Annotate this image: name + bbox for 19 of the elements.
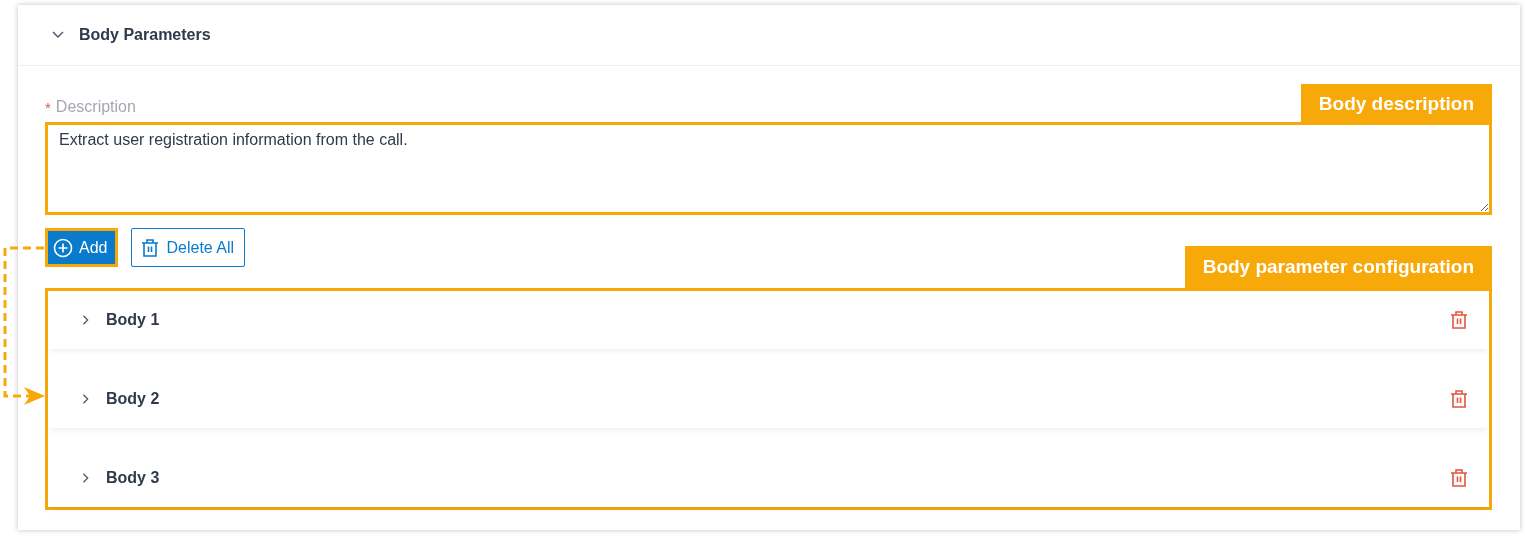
- section-title: Body Parameters: [79, 26, 211, 44]
- body-title: Body 1: [106, 311, 161, 329]
- field-label: Description: [55, 98, 136, 116]
- trash-icon: [140, 237, 161, 258]
- add-button[interactable]: Add: [45, 228, 119, 267]
- callout-label: Body parameter configuration: [1184, 246, 1492, 288]
- delete-icon[interactable]: [1449, 389, 1469, 409]
- delete-icon[interactable]: [1449, 310, 1469, 330]
- description-field[interactable]: Extract user registration information from the call.: [45, 122, 1492, 215]
- body-title: Body 3: [106, 469, 161, 487]
- delete-all-button[interactable]: Delete All: [131, 228, 246, 267]
- body-row[interactable]: Body 2: [48, 370, 1489, 428]
- body-row[interactable]: Body 3: [48, 449, 1489, 507]
- delete-icon[interactable]: [1449, 468, 1469, 488]
- plus-circle-icon: [53, 237, 73, 258]
- callout-label: Body description: [1300, 84, 1492, 124]
- body-row[interactable]: Body 1: [48, 291, 1489, 349]
- body-title: Body 2: [106, 390, 161, 408]
- required-mark: *: [45, 98, 51, 116]
